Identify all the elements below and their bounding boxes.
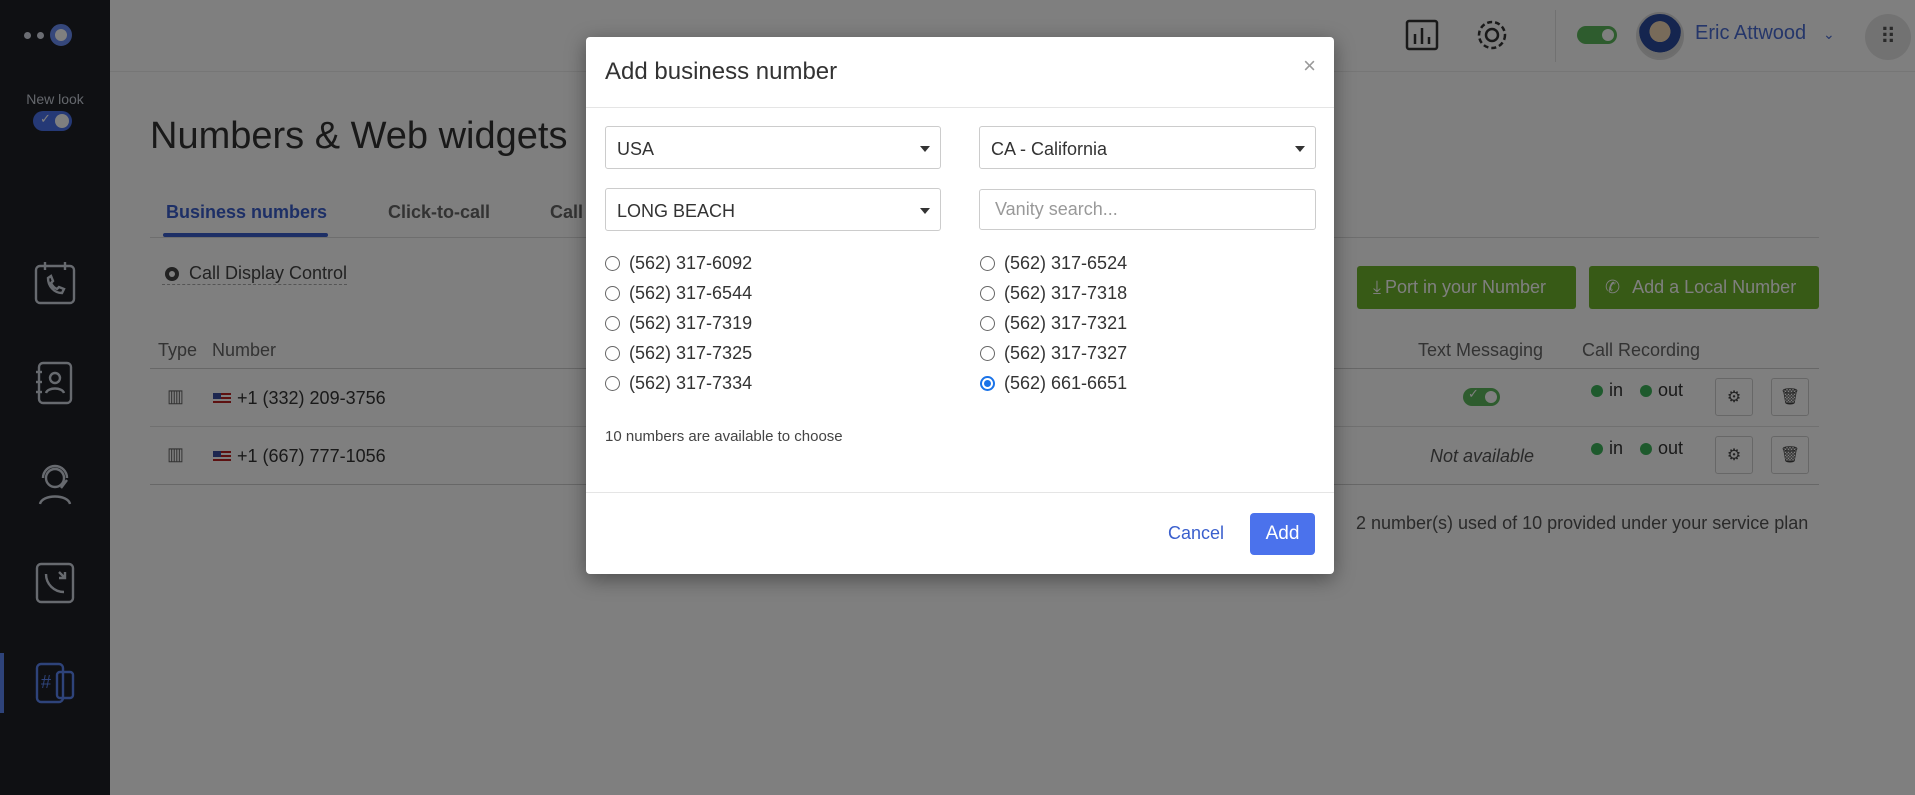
number-option-label: (562) 317-7321 (1004, 313, 1128, 333)
caret-down-icon (920, 146, 930, 152)
number-option-label: (562) 317-7327 (1004, 343, 1128, 363)
number-option[interactable]: (562) 317-7327 (980, 343, 1127, 364)
number-option-label: (562) 317-7318 (1004, 283, 1128, 303)
number-option-label: (562) 317-7319 (629, 313, 753, 333)
radio-button[interactable] (605, 346, 620, 361)
number-option-label: (562) 317-6092 (629, 253, 753, 273)
state-value: CA - California (991, 139, 1108, 159)
number-option[interactable]: (562) 317-7325 (605, 343, 752, 364)
radio-button[interactable] (980, 316, 995, 331)
radio-button[interactable] (980, 346, 995, 361)
state-select[interactable]: CA - California (979, 126, 1316, 169)
city-value: LONG BEACH (617, 201, 736, 221)
number-option-label: (562) 661-6651 (1004, 373, 1128, 393)
radio-button[interactable] (605, 316, 620, 331)
number-option[interactable]: (562) 661-6651 (980, 373, 1127, 394)
number-option-label: (562) 317-6524 (1004, 253, 1128, 273)
number-option[interactable]: (562) 317-6524 (980, 253, 1127, 274)
add-button[interactable]: Add (1250, 513, 1315, 555)
cancel-button[interactable]: Cancel (1168, 523, 1224, 544)
radio-button[interactable] (605, 286, 620, 301)
number-option-label: (562) 317-7325 (629, 343, 753, 363)
dialog-title: Add business number (605, 58, 838, 85)
vanity-search-input[interactable] (979, 189, 1316, 230)
available-count-note: 10 numbers are available to choose (605, 428, 843, 445)
number-option[interactable]: (562) 317-6092 (605, 253, 752, 274)
close-icon[interactable]: × (1303, 53, 1316, 79)
number-option[interactable]: (562) 317-7321 (980, 313, 1127, 334)
number-option[interactable]: (562) 317-7318 (980, 283, 1127, 304)
dialog-footer-divider (586, 492, 1334, 493)
number-option[interactable]: (562) 317-6544 (605, 283, 752, 304)
app: New look ✓ # Eric Attwood ⌄ ⠿ Numbers & … (0, 0, 1915, 795)
caret-down-icon (920, 208, 930, 214)
number-option-label: (562) 317-7334 (629, 373, 753, 393)
radio-button[interactable] (980, 256, 995, 271)
number-option[interactable]: (562) 317-7319 (605, 313, 752, 334)
caret-down-icon (1295, 146, 1305, 152)
number-option-label: (562) 317-6544 (629, 283, 753, 303)
number-option[interactable]: (562) 317-7334 (605, 373, 752, 394)
city-select[interactable]: LONG BEACH (605, 188, 941, 231)
country-value: USA (617, 139, 655, 159)
country-select[interactable]: USA (605, 126, 941, 169)
radio-button[interactable] (980, 286, 995, 301)
radio-button[interactable] (980, 376, 995, 391)
radio-button[interactable] (605, 256, 620, 271)
add-business-number-dialog: Add business number × USA CA - Californi… (586, 37, 1334, 574)
radio-button[interactable] (605, 376, 620, 391)
dialog-header-divider (586, 107, 1334, 108)
